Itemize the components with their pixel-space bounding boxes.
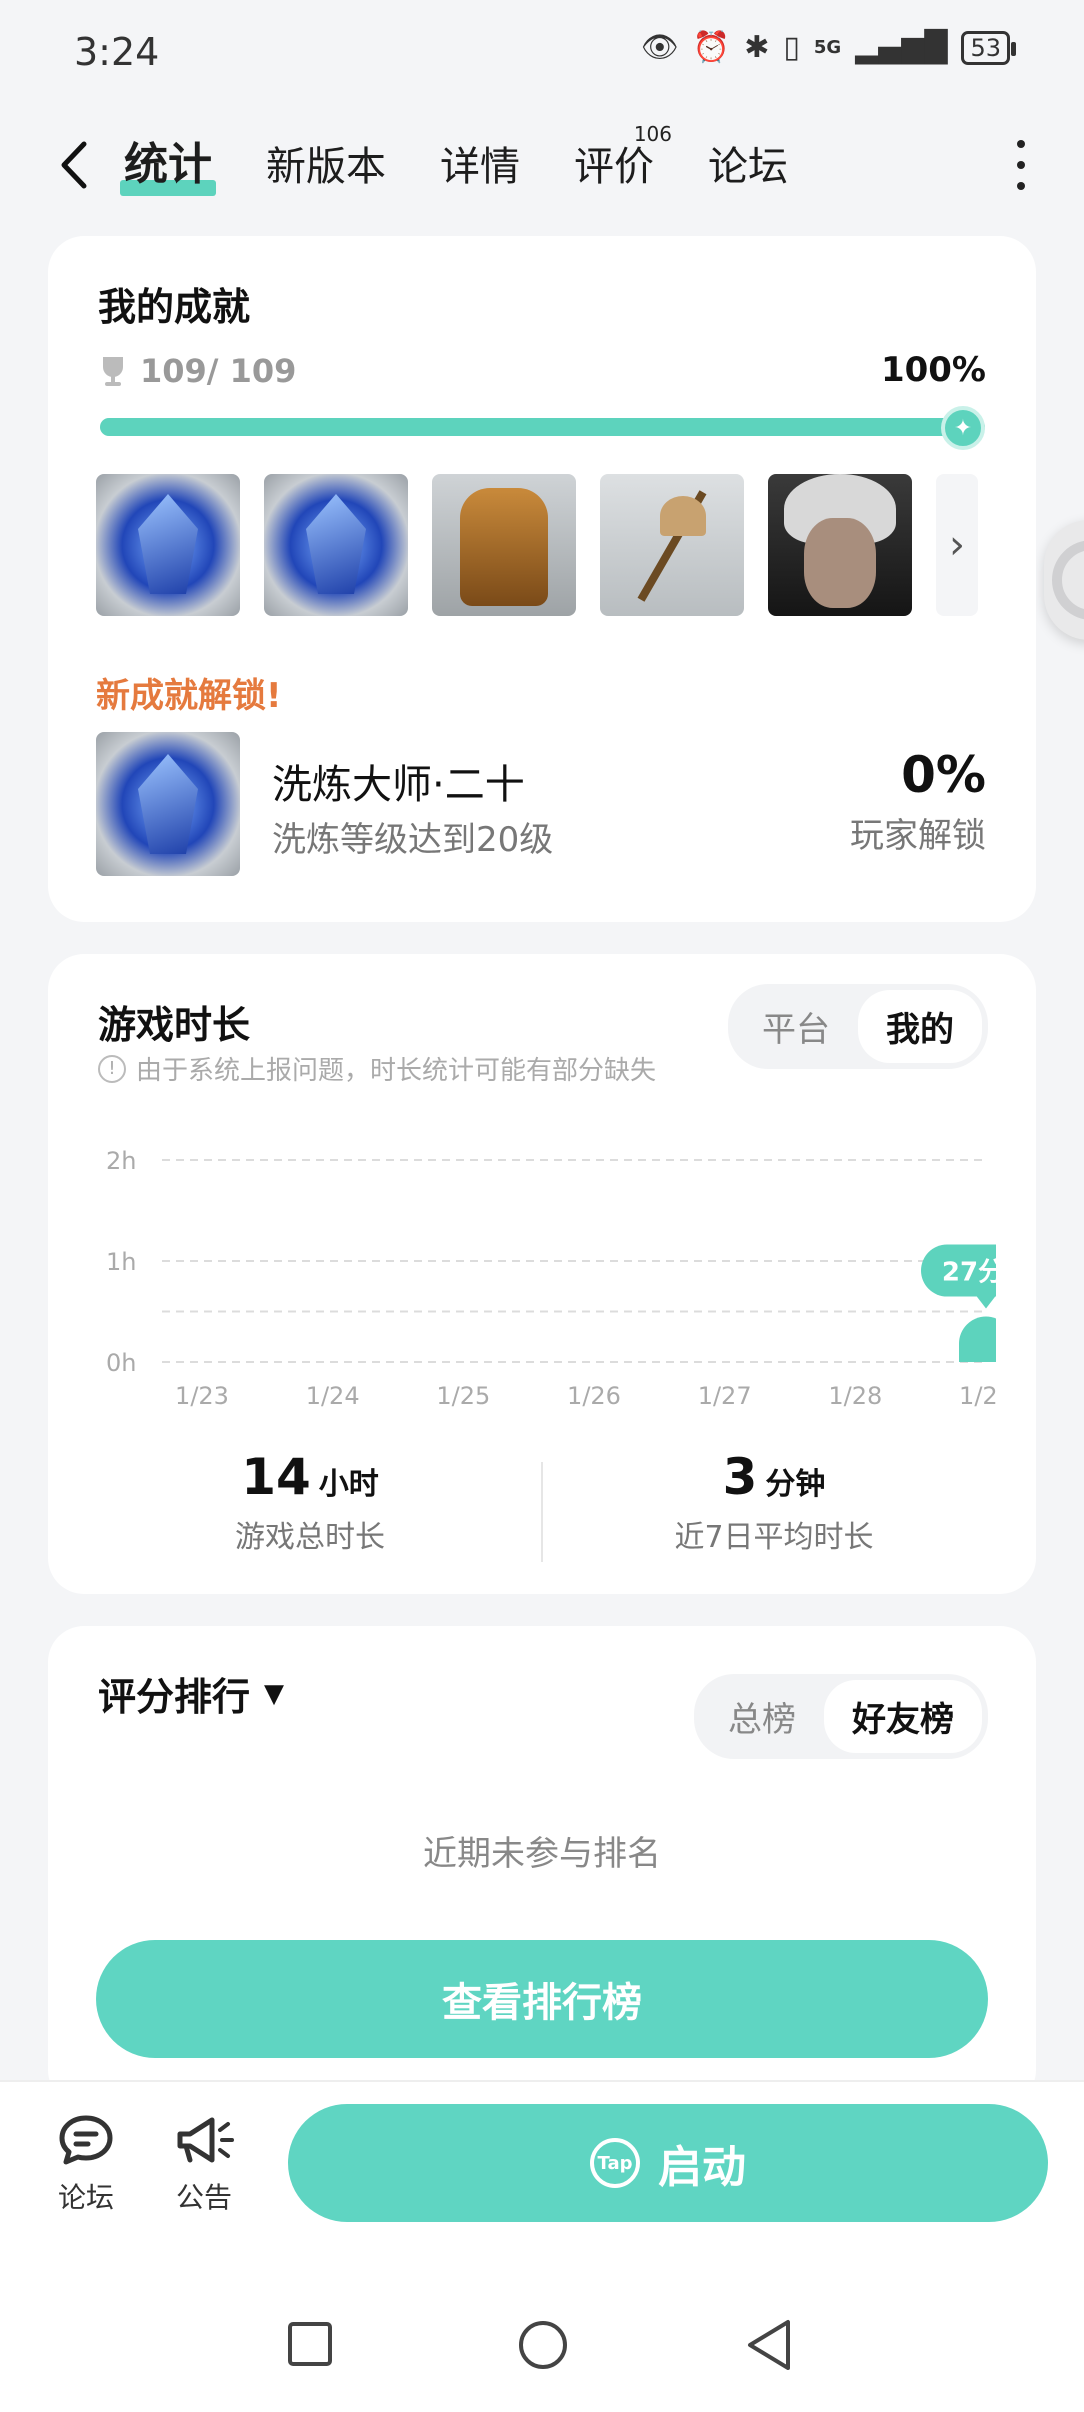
achievement-thumbnails: › <box>96 474 978 616</box>
tab-reviews-label: 评价 <box>574 144 654 190</box>
network-type: 5G <box>813 37 842 58</box>
tab-bar: 统计 新版本 详情 评价 106 论坛 <box>120 122 788 198</box>
tab-details[interactable]: 详情 <box>440 134 520 198</box>
total-playtime-unit: 小时 <box>318 1467 379 1502</box>
bar <box>959 1316 996 1362</box>
vibrate-icon: ▯ <box>783 30 800 65</box>
achievement-progress-bar: ✦ <box>100 406 985 450</box>
x-tick-label: 1/23 <box>175 1382 229 1410</box>
sparkle-icon: ✦ <box>941 406 985 450</box>
x-tick-label: 1/28 <box>828 1382 882 1410</box>
view-leaderboard-button[interactable]: 查看排行榜 <box>96 1940 988 2058</box>
unlocked-achievement-icon <box>96 732 240 876</box>
back-nav-icon[interactable] <box>744 2318 798 2372</box>
megaphone-icon <box>177 2117 234 2163</box>
ranking-toggle: 总榜 好友榜 <box>694 1674 988 1759</box>
tap-logo-icon: Tap <box>590 2138 640 2188</box>
bluetooth-icon: ✱ <box>744 30 770 65</box>
x-tick-label: 1/26 <box>567 1382 621 1410</box>
x-tick-label: 1/29 <box>959 1382 996 1410</box>
ranking-title-label: 评分排行 <box>98 1675 251 1719</box>
trophy-row: 109/ 109 <box>98 352 296 390</box>
x-tick-label: 1/27 <box>698 1382 752 1410</box>
more-menu-button[interactable] <box>1006 140 1036 190</box>
playtime-toggle: 平台 我的 <box>728 984 988 1069</box>
toggle-friends[interactable]: 好友榜 <box>824 1680 982 1753</box>
tab-stats[interactable]: 统计 <box>120 128 216 198</box>
announcement-label: 公告 <box>175 2181 232 2214</box>
trophy-icon <box>103 357 123 386</box>
chevron-left-icon <box>61 141 87 189</box>
achievement-armor-icon[interactable] <box>432 474 576 616</box>
eye-icon: 👁 <box>640 30 679 65</box>
forum-label: 论坛 <box>57 2181 114 2214</box>
alarm-icon: ⏰ <box>692 30 731 65</box>
avg-playtime: 3 分钟 近7日平均时长 <box>560 1448 988 1556</box>
y-tick-label: 2h <box>106 1147 136 1175</box>
launch-label: 启动 <box>658 2142 746 2193</box>
system-nav-bar <box>0 2280 1084 2412</box>
x-tick-label: 1/25 <box>436 1382 490 1410</box>
achievements-title: 我的成就 <box>98 285 251 329</box>
caret-down-icon: ▼ <box>264 1678 285 1709</box>
x-tick-label: 1/24 <box>306 1382 360 1410</box>
avg-playtime-unit: 分钟 <box>765 1467 826 1502</box>
achievement-count: 109/ 109 <box>140 352 297 390</box>
total-playtime-value: 14 <box>241 1448 311 1506</box>
review-count-badge: 106 <box>633 122 672 146</box>
total-playtime-label: 游戏总时长 <box>235 1520 385 1555</box>
playtime-title: 游戏时长 <box>98 1003 251 1047</box>
y-tick-label: 0h <box>106 1349 136 1377</box>
status-time: 3:24 <box>74 30 160 74</box>
unlocked-achievement-desc: 洗炼等级达到20级 <box>272 820 554 860</box>
tab-reviews[interactable]: 评价 106 <box>574 122 672 198</box>
battery-icon: 53 <box>961 30 1016 65</box>
achievement-axe-icon[interactable] <box>600 474 744 616</box>
achievement-percent: 100% <box>880 350 986 390</box>
dot-icon <box>1017 140 1025 148</box>
dot-icon <box>1017 182 1025 190</box>
back-button[interactable] <box>48 130 98 200</box>
bar-tooltip-label: 27分钟 <box>942 1257 996 1288</box>
status-icons: 👁 ⏰ ✱ ▯ 5G ▂▄▆█ 53 <box>640 30 1016 65</box>
avg-playtime-label: 近7日平均时长 <box>674 1520 874 1555</box>
info-icon: ! <box>98 1054 126 1083</box>
avg-playtime-value: 3 <box>722 1448 758 1506</box>
floating-ball[interactable] <box>1044 520 1084 640</box>
toggle-platform[interactable]: 平台 <box>734 990 858 1063</box>
unlock-percent: 0% <box>901 746 986 804</box>
chevron-right-icon[interactable]: › <box>936 474 978 616</box>
chat-bubble-icon <box>59 2115 113 2165</box>
dot-icon <box>1017 161 1025 169</box>
stat-divider <box>541 1462 543 1562</box>
total-playtime: 14 小时 游戏总时长 <box>96 1448 524 1556</box>
announcement-button[interactable]: 公告 <box>172 2112 236 2216</box>
achievement-crystal-icon[interactable] <box>96 474 240 616</box>
signal-icon: ▂▄▆█ <box>855 30 948 65</box>
unlock-percent-label: 玩家解锁 <box>850 816 986 856</box>
home-icon[interactable] <box>516 2318 570 2372</box>
unlocked-achievement-name: 洗炼大师·二十 <box>272 762 525 808</box>
ranking-empty-message: 近期未参与排名 <box>423 1834 661 1874</box>
tab-forum[interactable]: 论坛 <box>708 134 788 198</box>
notice-text: 由于系统上报问题，时长统计可能有部分缺失 <box>136 1056 657 1086</box>
achievement-crystal-icon[interactable] <box>264 474 408 616</box>
toggle-mine[interactable]: 我的 <box>858 990 982 1063</box>
new-unlock-label: 新成就解锁! <box>96 676 282 716</box>
y-tick-label: 1h <box>106 1248 136 1276</box>
playtime-chart: 0h 1h 2h 1/23 1/24 1/25 1/26 1/27 1/28 27分钟 1/29 <box>106 1147 996 1410</box>
ranking-title[interactable]: 评分排行 ▼ <box>98 1666 284 1721</box>
launch-button[interactable]: Tap 启动 <box>288 2104 1048 2222</box>
toggle-overall[interactable]: 总榜 <box>700 1680 824 1753</box>
progress-fill <box>100 418 985 436</box>
tab-new-version[interactable]: 新版本 <box>266 134 386 198</box>
forum-button[interactable]: 论坛 <box>56 2112 116 2216</box>
recent-apps-icon[interactable] <box>286 2320 336 2370</box>
achievement-character-icon[interactable] <box>768 474 912 616</box>
tooltip-pointer <box>976 1295 996 1309</box>
playtime-notice: ! 由于系统上报问题，时长统计可能有部分缺失 <box>98 1050 656 1087</box>
